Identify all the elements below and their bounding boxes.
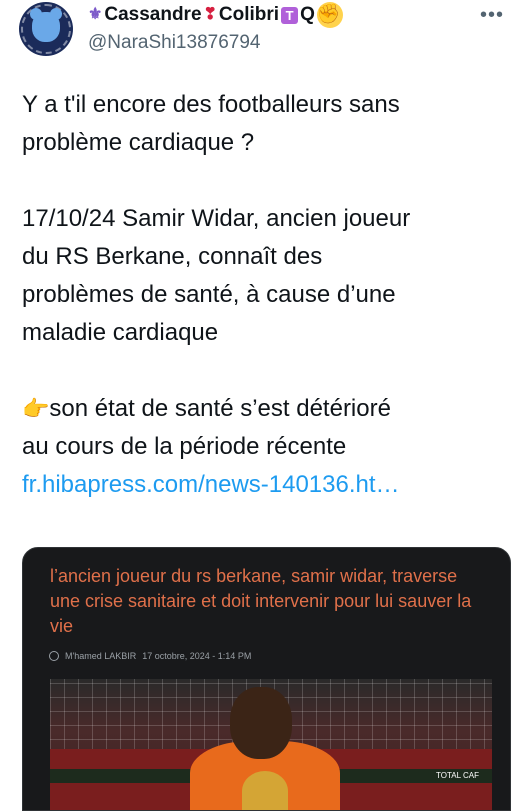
tweet-line: Y a t'il encore des footballeurs sans (22, 91, 400, 118)
link-preview-card[interactable]: l’ancien joueur du rs berkane, samir wid… (22, 547, 511, 811)
article-photo: TOTAL CAF (50, 679, 492, 810)
tweet-header: ⚜ Cassandre ❣ Colibri T Q ✊ @NaraShi1387… (0, 0, 517, 64)
article-headline: l’ancien joueur du rs berkane, samir wid… (50, 566, 472, 636)
player-head (230, 687, 292, 759)
avatar-bear-icon (32, 12, 60, 42)
author-icon (49, 651, 59, 661)
user-handle[interactable]: @NaraShi13876794 (88, 32, 260, 54)
display-name-part: Cassandre (104, 4, 202, 25)
heart-icon: ❣ (203, 6, 217, 23)
tweet-line: problème cardiaque ? (22, 129, 255, 156)
tweet-line: maladie cardiaque (22, 319, 219, 346)
tweet-text: Y a t'il encore des footballeurs sans pr… (22, 86, 502, 504)
article-author: M'hamed LAKBIR (65, 651, 137, 661)
raised-fist-icon: ✊ (316, 2, 343, 28)
fleur-de-lis-icon: ⚜ (88, 6, 103, 23)
display-name-part: Colibri (218, 4, 280, 25)
avatar[interactable] (19, 2, 73, 56)
tweet-line: du RS Berkane, connaît des (22, 243, 323, 270)
article-date: 17 octobre, 2024 - 1:14 PM (142, 651, 252, 661)
display-name-part: Q (300, 4, 315, 25)
tweet-line: 👉son état de santé s’est détérioré (22, 390, 502, 428)
display-name[interactable]: ⚜ Cassandre ❣ Colibri T Q ✊ (88, 0, 343, 30)
tweet-line: 17/10/24 Samir Widar, ancien joueur (22, 205, 411, 232)
trophy-icon (242, 771, 288, 810)
letter-badge-icon: T (281, 6, 299, 24)
article-meta: M'hamed LAKBIR 17 octobre, 2024 - 1:14 P… (49, 651, 251, 661)
tweet-line: problèmes de santé, à cause d’une (22, 281, 396, 308)
sponsor-sign: TOTAL CAF (436, 771, 479, 780)
pointing-hand-icon: 👉 (22, 396, 50, 421)
article-link[interactable]: fr.hibapress.com/news-140136.ht… (22, 466, 502, 504)
tweet-line: au cours de la période récente (22, 433, 347, 460)
tweet-line-text: son état de santé s’est détérioré (49, 395, 391, 422)
more-options-button[interactable]: ••• (480, 4, 504, 27)
